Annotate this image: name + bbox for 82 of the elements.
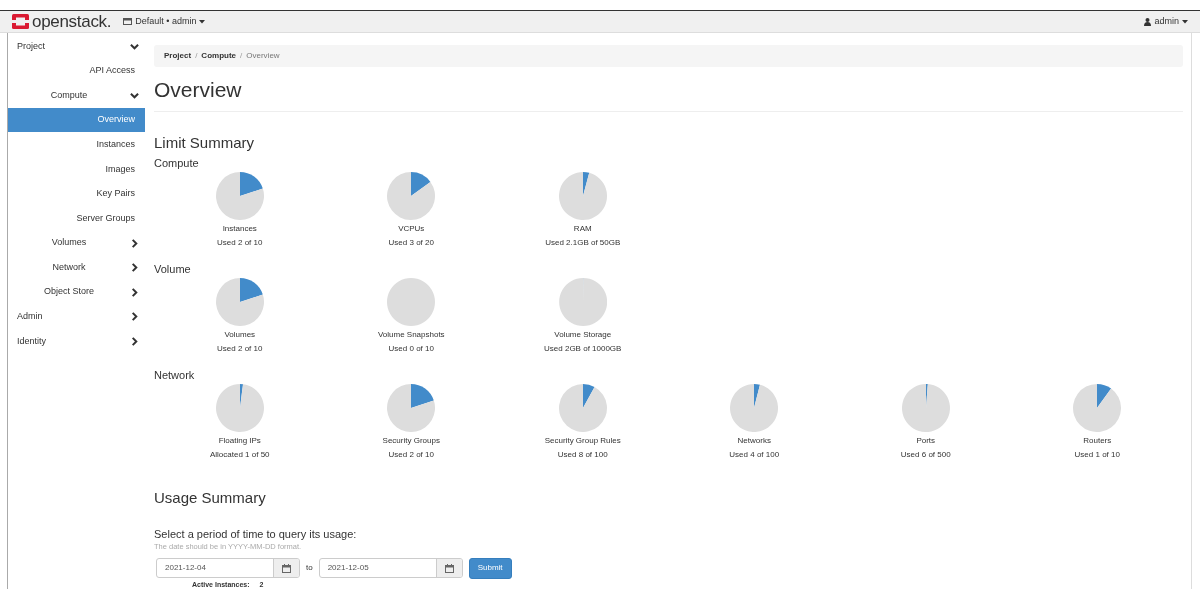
free-slice	[215, 172, 264, 220]
breadcrumb-link[interactable]: Project	[164, 50, 192, 62]
sidebar-item[interactable]: Identity	[8, 329, 145, 354]
quota-name: Volume Snapshots	[377, 331, 445, 339]
sidebar-item[interactable]: Overview	[8, 107, 145, 133]
calendar-icon[interactable]	[282, 563, 291, 573]
quota-name: Security Group Rules	[544, 437, 621, 445]
quota-name: Instances	[222, 225, 257, 233]
window-icon	[123, 18, 133, 25]
calendar-icon[interactable]	[444, 563, 454, 573]
sidebar-item[interactable]: Compute	[8, 83, 145, 108]
quota-name: Volume Storage	[554, 331, 612, 339]
breadcrumb-link[interactable]: Compute	[201, 50, 237, 62]
caret-icon	[199, 19, 206, 24]
date-field[interactable]: 2021-12-05	[318, 558, 463, 578]
sidebar-item[interactable]: Images	[8, 156, 145, 182]
quota-usage: Used 2 of 10	[388, 451, 434, 459]
free-slice	[558, 278, 607, 326]
quota-usage: Used 1 of 10	[1074, 451, 1120, 459]
free-slice	[901, 384, 950, 432]
quota-usage: Allocated 1 of 50	[209, 451, 270, 459]
quota-name: Floating IPs	[218, 437, 261, 445]
quota-usage: Used 2 of 10	[217, 345, 263, 353]
quota-name: Security Groups	[382, 437, 440, 445]
sidebar-item[interactable]: Network	[8, 255, 145, 280]
quota-usage: Used 4 of 100	[729, 451, 780, 459]
sidebar-item[interactable]: Key Pairs	[8, 181, 145, 207]
quota-name: Routers	[1083, 437, 1112, 445]
group-title: Compute	[154, 158, 200, 169]
quota-usage: Used 3 of 20	[388, 239, 434, 247]
used-slice	[411, 384, 435, 408]
section-title: Usage Summary	[154, 490, 267, 505]
used-slice	[582, 172, 589, 196]
free-slice	[387, 278, 436, 326]
quota-name: RAM	[573, 225, 592, 233]
free-slice	[558, 172, 607, 220]
sidebar-item[interactable]: API Access	[8, 58, 145, 84]
group-title: Volume	[154, 264, 192, 275]
free-slice	[558, 384, 607, 432]
group-title: Network	[154, 370, 196, 381]
quota-usage: Used 6 of 500	[900, 451, 951, 459]
sidebar-item[interactable]: Project	[8, 34, 145, 59]
date-field[interactable]: 2021-12-04	[156, 558, 300, 578]
free-slice	[387, 384, 436, 432]
logo-icon	[12, 14, 29, 29]
breadcrumb-separator: /	[195, 50, 198, 62]
sidebar-item[interactable]: Object Store	[8, 279, 145, 305]
quota-usage: Used 2GB of 1000GB	[544, 345, 622, 353]
user-menu[interactable]: admin	[1144, 14, 1188, 29]
quota-usage: Used 0 of 10	[388, 345, 434, 353]
free-slice	[387, 172, 436, 220]
used-slice	[754, 384, 761, 408]
quota-name: VCPUs	[398, 225, 425, 233]
section-title: Limit Summary	[154, 135, 255, 150]
used-slice	[239, 172, 263, 196]
sidebar-item[interactable]: Admin	[8, 304, 145, 330]
free-slice	[215, 384, 264, 432]
usage-prompt: Select a period of time to query its usage:	[154, 529, 358, 540]
user-icon	[1144, 17, 1152, 26]
to-label: to	[306, 562, 313, 574]
quota-usage: Used 2 of 10	[217, 239, 263, 247]
free-slice	[1073, 384, 1122, 432]
quota-name: Volumes	[224, 331, 256, 339]
used-slice	[411, 172, 431, 196]
quota-usage: Used 8 of 100	[557, 451, 608, 459]
sidebar-item[interactable]: Server Groups	[8, 206, 145, 231]
free-slice	[215, 278, 264, 326]
sidebar-item[interactable]: Instances	[8, 132, 145, 157]
free-slice	[730, 384, 779, 432]
brand-name[interactable]: openstack.	[32, 13, 112, 30]
quota-name: Networks	[737, 437, 771, 445]
breadcrumb-separator: /	[240, 50, 243, 62]
used-slice	[1097, 384, 1112, 408]
used-slice	[582, 384, 595, 408]
used-slice	[239, 278, 263, 302]
page-title: Overview	[154, 79, 1183, 112]
caret-icon	[1182, 19, 1188, 24]
sidebar-item[interactable]: Volumes	[8, 230, 145, 256]
quota-name: Ports	[916, 437, 936, 445]
quota-usage: Used 2.1GB of 50GB	[545, 239, 621, 247]
submit-button[interactable]: Submit	[468, 557, 512, 579]
project-menu[interactable]: Default • admin	[123, 14, 206, 29]
